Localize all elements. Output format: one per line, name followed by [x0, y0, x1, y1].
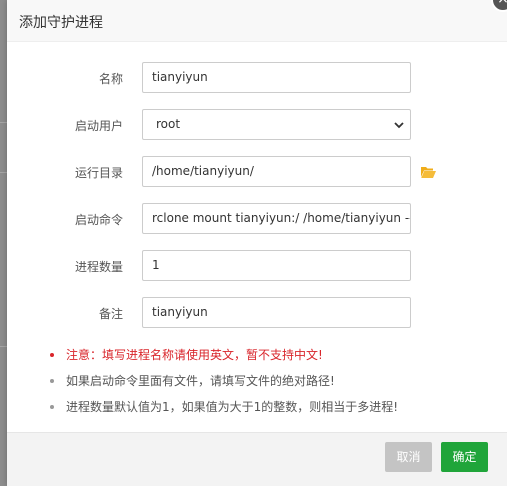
process-count-label: 进程数量 — [74, 260, 123, 274]
folder-open-icon[interactable] — [420, 165, 436, 179]
cancel-button[interactable]: 取消 — [385, 442, 432, 472]
dialog-title: 添加守护进程 — [19, 15, 103, 31]
backdrop-divider — [0, 346, 7, 347]
name-input[interactable]: tianyiyun — [142, 62, 411, 93]
remark-label: 备注 — [98, 307, 123, 321]
backdrop-divider — [0, 172, 7, 173]
remark-row: 备注 tianyiyun — [7, 297, 507, 329]
user-row: 启动用户 root — [7, 109, 507, 141]
remark-input[interactable]: tianyiyun — [142, 297, 411, 328]
process-count-input[interactable]: 1 — [142, 250, 411, 281]
add-daemon-dialog: 添加守护进程 × 名称 tianyiyun 启动用户 root 运行目录 /ho… — [7, 0, 507, 486]
user-select[interactable]: root — [142, 109, 411, 140]
user-select-value: root — [156, 117, 181, 131]
note-text: 如果启动命令里面有文件，请填写文件的绝对路径! — [66, 374, 335, 388]
bullet-dot — [50, 353, 54, 357]
note-text: 进程数量默认值为1，如果值为大于1的整数，则相当于多进程! — [66, 400, 399, 414]
process-count-row: 进程数量 1 — [7, 250, 507, 282]
user-label: 启动用户 — [74, 119, 123, 133]
chevron-down-icon — [394, 122, 404, 129]
note-item: 如果启动命令里面有文件，请填写文件的绝对路径! — [49, 372, 489, 398]
note-item: 进程数量默认值为1，如果值为大于1的整数，则相当于多进程! — [49, 398, 489, 424]
command-input[interactable]: rclone mount tianyiyun:/ /home/tianyiyun… — [142, 203, 411, 234]
run-dir-input[interactable]: /home/tianyiyun/ — [142, 156, 411, 187]
command-row: 启动命令 rclone mount tianyiyun:/ /home/tian… — [7, 203, 507, 235]
confirm-button[interactable]: 确定 — [441, 442, 488, 472]
run-dir-label: 运行目录 — [74, 166, 123, 180]
run-dir-row: 运行目录 /home/tianyiyun/ — [7, 156, 507, 188]
backdrop-divider — [0, 122, 7, 123]
name-label: 名称 — [98, 72, 123, 86]
dialog-footer: 取消 确定 — [7, 432, 507, 486]
bullet-dot — [50, 405, 54, 409]
dialog-title-bar: 添加守护进程 — [7, 0, 507, 42]
note-warning: 注意：填写进程名称请使用英文，暂不支持中文! — [49, 346, 489, 372]
name-row: 名称 tianyiyun — [7, 62, 507, 94]
help-notes: 注意：填写进程名称请使用英文，暂不支持中文! 如果启动命令里面有文件，请填写文件… — [49, 346, 489, 424]
command-label: 启动命令 — [74, 213, 123, 227]
note-text: 注意：填写进程名称请使用英文，暂不支持中文! — [66, 348, 323, 362]
bullet-dot — [50, 379, 54, 383]
